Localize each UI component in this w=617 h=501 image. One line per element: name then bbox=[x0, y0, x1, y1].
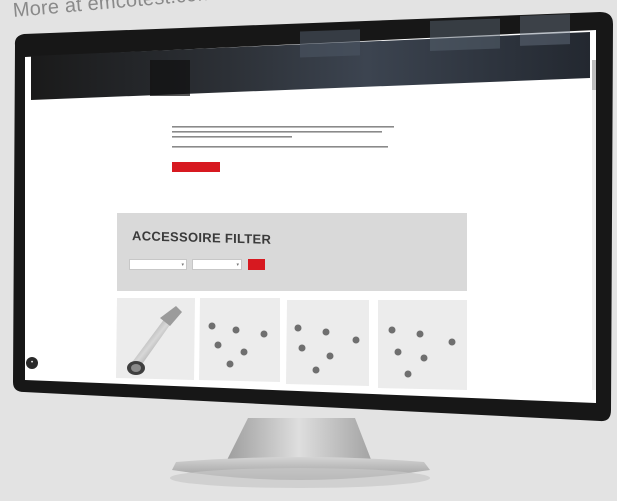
chat-icon[interactable]: • bbox=[26, 357, 38, 369]
filter-select-1[interactable]: ▾ bbox=[129, 259, 187, 270]
filter-panel bbox=[117, 213, 467, 291]
scrollbar-track bbox=[592, 60, 596, 390]
filter-submit-button[interactable] bbox=[248, 259, 265, 270]
filter-select-2[interactable]: ▾ bbox=[192, 259, 242, 270]
chevron-down-icon: ▾ bbox=[236, 262, 239, 268]
monitor-stand bbox=[226, 418, 372, 462]
scrollbar-thumb bbox=[592, 60, 596, 90]
intro-cta-button[interactable] bbox=[172, 162, 220, 172]
chevron-down-icon: ▾ bbox=[181, 262, 184, 268]
